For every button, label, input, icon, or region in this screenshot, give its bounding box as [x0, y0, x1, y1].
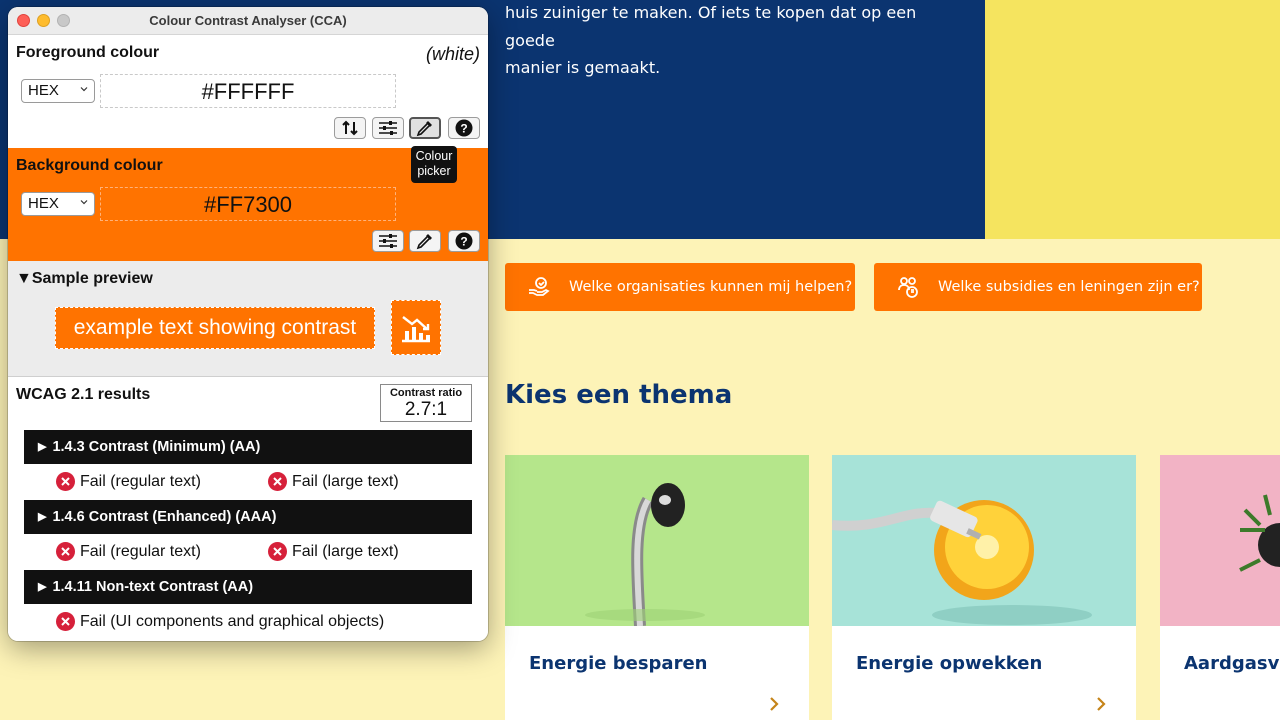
svg-text:?: ? [460, 235, 467, 249]
result-item: Fail (large text) [268, 472, 399, 491]
theme-card-energie-opwekken[interactable]: Energie opwekken [832, 455, 1136, 720]
title-bar[interactable]: Colour Contrast Analyser (CCA) [8, 7, 488, 35]
sample-preview-section: ▼Sample preview example text showing con… [8, 261, 488, 377]
sample-preview-heading: Sample preview [31, 270, 153, 287]
plant-illustration [1239, 494, 1280, 572]
hero-text-line: manier is gemaakt. [505, 58, 661, 77]
results-heading: WCAG 2.1 results [16, 386, 151, 403]
wcag-results-section: WCAG 2.1 results Contrast ratio 2.7:1 ▶ 1… [8, 377, 488, 641]
fail-icon [56, 542, 75, 561]
card-title: Energie opwekken [856, 653, 1043, 674]
foreground-help-button[interactable]: ? [448, 117, 480, 139]
result-item: Fail (UI components and graphical object… [56, 612, 384, 631]
helping-hand-icon [529, 277, 550, 296]
hero-text: huis zuiniger te maken. Of iets te kopen… [505, 0, 965, 82]
shower-head-illustration [585, 483, 705, 626]
contrast-ratio-box: Contrast ratio 2.7:1 [380, 384, 472, 422]
section-title: Kies een thema [505, 380, 733, 410]
result-text: Fail (UI components and graphical object… [80, 612, 385, 630]
result-text: Fail (regular text) [80, 542, 201, 560]
chevron-right-icon[interactable] [1094, 697, 1108, 711]
sample-icon-box [391, 300, 441, 355]
help-icon: ? [455, 232, 473, 250]
contrast-ratio-label: Contrast ratio [389, 387, 463, 399]
result-item: Fail (regular text) [56, 542, 201, 561]
colour-picker-tooltip: Colour picker [411, 146, 457, 183]
criterion-1-4-6[interactable]: ▶ 1.4.6 Contrast (Enhanced) (AAA) [24, 500, 472, 534]
hero-image [985, 0, 1280, 239]
sample-preview-toggle[interactable]: ▼Sample preview [16, 270, 153, 288]
fail-icon [56, 472, 75, 491]
svg-text:?: ? [460, 122, 467, 136]
background-heading: Background colour [16, 157, 163, 174]
criterion-label: 1.4.6 Contrast (Enhanced) (AAA) [52, 509, 277, 525]
result-item: Fail (regular text) [56, 472, 201, 491]
lemon-plug-image [832, 455, 1136, 626]
triangle-right-icon: ▶ [38, 441, 47, 453]
people-euro-icon [898, 277, 918, 298]
contrast-ratio-value: 2.7:1 [404, 399, 448, 420]
criterion-label: 1.4.3 Contrast (Minimum) (AA) [52, 439, 261, 455]
background-adjust-button[interactable] [372, 230, 404, 252]
help-icon: ? [455, 119, 473, 137]
background-hex-input[interactable]: #FF7300 [100, 187, 396, 221]
eyedropper-icon [416, 121, 432, 137]
theme-card-aardgasvrij[interactable]: Aardgasvrij [1160, 455, 1280, 720]
result-text: Fail (large text) [292, 472, 399, 490]
criterion-1-4-3[interactable]: ▶ 1.4.3 Contrast (Minimum) (AA) [24, 430, 472, 464]
fail-icon [268, 472, 287, 491]
chevron-right-icon[interactable] [767, 697, 781, 711]
fail-icon [268, 542, 287, 561]
foreground-colour-picker-button[interactable] [409, 117, 441, 139]
foreground-colour-name: (white) [425, 44, 480, 64]
theme-card-energie-besparen[interactable]: Energie besparen [505, 455, 809, 720]
chevron-down-icon [80, 200, 88, 205]
result-text: Fail (large text) [292, 542, 399, 560]
result-item: Fail (large text) [268, 542, 399, 561]
swap-colours-button[interactable] [334, 117, 366, 139]
cta-subsidies-button[interactable]: Welke subsidies en leningen zijn er? [874, 263, 1202, 311]
sample-text: example text showing contrast [55, 307, 375, 349]
eyedropper-icon [416, 234, 432, 250]
foreground-adjust-button[interactable] [372, 117, 404, 139]
cta-label: Welke organisaties kunnen mij helpen? [569, 279, 853, 295]
background-help-button[interactable]: ? [448, 230, 480, 252]
format-value: HEX [28, 195, 59, 212]
card-title: Aardgasvrij [1184, 653, 1280, 674]
criterion-1-4-11[interactable]: ▶ 1.4.11 Non-text Contrast (AA) [24, 570, 472, 604]
swap-icon [342, 120, 358, 136]
cta-organisations-button[interactable]: Welke organisaties kunnen mij helpen? [505, 263, 855, 311]
card-title: Energie besparen [529, 653, 708, 674]
background-colour-picker-button[interactable] [409, 230, 441, 252]
shower-head-image [505, 455, 809, 626]
sliders-icon [379, 234, 397, 248]
chevron-down-icon [80, 87, 88, 92]
foreground-hex-input[interactable]: #FFFFFF [100, 74, 396, 108]
sliders-icon [379, 121, 397, 135]
window-title: Colour Contrast Analyser (CCA) [149, 13, 347, 28]
plant-image [1160, 455, 1280, 626]
criterion-label: 1.4.11 Non-text Contrast (AA) [52, 579, 254, 595]
fail-icon [56, 612, 75, 631]
foreground-section: Foreground colour (white) HEX #FFFFFF ? [8, 35, 488, 148]
result-text: Fail (regular text) [80, 472, 201, 490]
format-value: HEX [28, 82, 59, 99]
triangle-right-icon: ▶ [38, 581, 47, 593]
cca-window: Colour Contrast Analyser (CCA) Foregroun… [8, 7, 488, 641]
hero-text-line: huis zuiniger te maken. Of iets te kopen… [505, 3, 917, 50]
chart-decrease-icon [402, 315, 430, 342]
background-format-select[interactable]: HEX [21, 192, 95, 216]
foreground-format-select[interactable]: HEX [21, 79, 95, 103]
cta-label: Welke subsidies en leningen zijn er? [938, 279, 1200, 295]
foreground-heading: Foreground colour [16, 44, 160, 61]
lemon-plug-illustration [832, 500, 1092, 625]
triangle-right-icon: ▶ [38, 511, 47, 523]
triangle-down-icon: ▼ [16, 270, 32, 287]
